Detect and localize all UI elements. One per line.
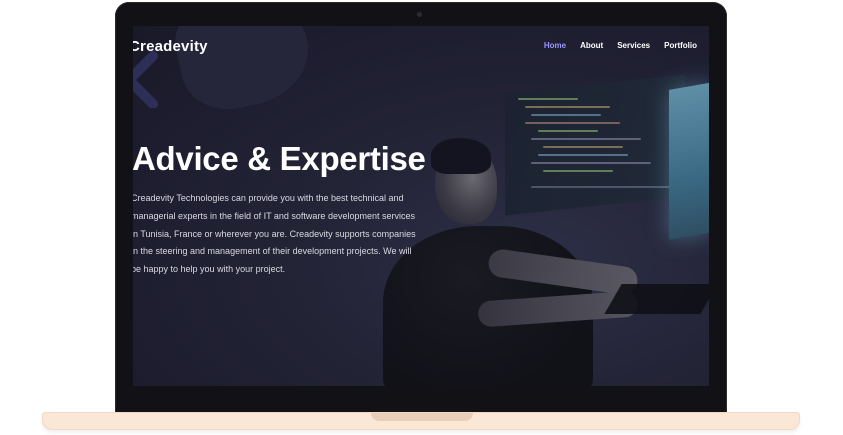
nav-menu: Home About Services Portfolio [544,41,697,50]
nav-item-home[interactable]: Home [544,41,566,50]
hero-title: Advice & Expertise [133,140,426,177]
hero-description: Creadevity Technologies can provide you … [133,193,416,275]
laptop-notch [371,413,473,421]
page: Creadevity Home About Services Portfolio… [0,0,843,435]
laptop-screen: Creadevity Home About Services Portfolio… [133,26,709,386]
nav-item-portfolio[interactable]: Portfolio [664,41,697,50]
nav-item-about[interactable]: About [580,41,603,50]
background-monitor [505,74,685,216]
camera-dot [417,12,422,17]
laptop-base [42,412,800,430]
top-navbar: Creadevity Home About Services Portfolio [133,26,709,68]
person-hair [431,138,491,174]
brand-logo[interactable]: Creadevity [133,38,208,55]
background-monitor-right [669,82,709,240]
keyboard [604,284,709,314]
nav-item-services[interactable]: Services [617,41,650,50]
